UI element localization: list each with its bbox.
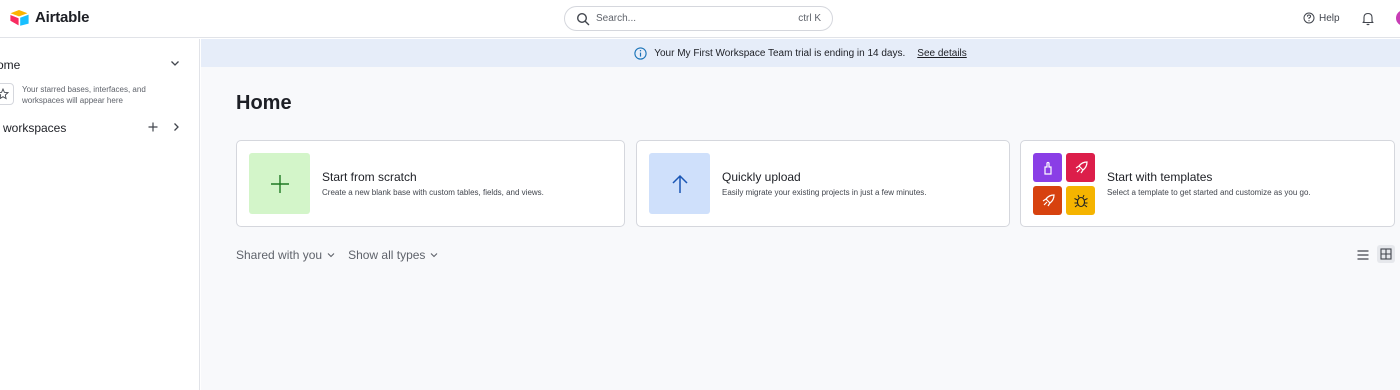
sidebar-item-all-workspaces[interactable]: l workspaces bbox=[0, 121, 66, 135]
info-icon bbox=[634, 46, 647, 60]
owner-filter-dropdown[interactable]: Shared with you bbox=[236, 248, 336, 262]
rocket-icon bbox=[1066, 153, 1095, 182]
help-label: Help bbox=[1319, 12, 1340, 24]
card-title: Start with templates bbox=[1107, 170, 1213, 184]
star-icon bbox=[0, 88, 9, 100]
see-details-link[interactable]: See details bbox=[917, 48, 966, 59]
grid-view-button[interactable] bbox=[1377, 245, 1395, 263]
card-title: Start from scratch bbox=[322, 170, 417, 184]
help-icon bbox=[1303, 12, 1315, 24]
chevron-down-icon bbox=[327, 253, 335, 258]
top-bar: Airtable Search... ctrl K Help bbox=[0, 0, 1400, 38]
airtable-logo[interactable]: Airtable bbox=[10, 9, 89, 26]
chevron-down-icon bbox=[431, 253, 438, 258]
starred-empty-text: Your starred bases, interfaces, and work… bbox=[22, 85, 146, 105]
card-description: Select a template to get started and cus… bbox=[1107, 188, 1311, 197]
list-view-icon[interactable] bbox=[1356, 248, 1370, 262]
card-description: Easily migrate your existing projects in… bbox=[722, 188, 927, 197]
grid-view-icon bbox=[1380, 248, 1392, 260]
type-filter-dropdown[interactable]: Show all types bbox=[348, 248, 439, 262]
upload-tile bbox=[649, 153, 710, 214]
airtable-logo-icon bbox=[10, 10, 29, 26]
arrow-up-icon bbox=[671, 174, 688, 193]
plus-icon bbox=[270, 174, 289, 193]
owner-filter-label: Shared with you bbox=[236, 248, 323, 262]
filter-bar: Shared with you Show all types bbox=[236, 248, 439, 262]
card-title: Quickly upload bbox=[722, 170, 801, 184]
plus-icon[interactable] bbox=[147, 121, 159, 133]
scratch-tile bbox=[249, 153, 310, 214]
avatar[interactable] bbox=[1396, 10, 1400, 26]
start-with-templates-card[interactable]: Start with templates Select a template t… bbox=[1020, 140, 1395, 227]
app-name: Airtable bbox=[35, 9, 90, 26]
card-description: Create a new blank base with custom tabl… bbox=[322, 188, 544, 197]
quickly-upload-card[interactable]: Quickly upload Easily migrate your exist… bbox=[636, 140, 1010, 227]
template-icons bbox=[1033, 153, 1095, 215]
hand-icon bbox=[1033, 153, 1062, 182]
page-title: Home bbox=[236, 92, 292, 114]
sidebar: ome Your starred bases, interfaces, and … bbox=[0, 39, 200, 390]
rocket-icon bbox=[1033, 186, 1062, 215]
chevron-right-icon[interactable] bbox=[170, 121, 182, 133]
starred-placeholder bbox=[0, 83, 14, 105]
bell-icon[interactable] bbox=[1361, 11, 1375, 26]
search-placeholder: Search... bbox=[596, 13, 637, 24]
chevron-down-icon[interactable] bbox=[169, 57, 181, 69]
start-from-scratch-card[interactable]: Start from scratch Create a new blank ba… bbox=[236, 140, 625, 227]
type-filter-label: Show all types bbox=[348, 248, 426, 262]
help-button[interactable]: Help bbox=[1303, 12, 1340, 24]
main-content: Your My First Workspace Team trial is en… bbox=[201, 39, 1400, 390]
banner-message: Your My First Workspace Team trial is en… bbox=[654, 47, 906, 59]
trial-banner: Your My First Workspace Team trial is en… bbox=[201, 39, 1400, 67]
search-shortcut: ctrl K bbox=[798, 13, 821, 24]
search-bar[interactable]: Search... ctrl K bbox=[564, 6, 833, 31]
sidebar-item-home[interactable]: ome bbox=[0, 58, 20, 72]
search-icon bbox=[576, 12, 590, 25]
bug-icon bbox=[1066, 186, 1095, 215]
